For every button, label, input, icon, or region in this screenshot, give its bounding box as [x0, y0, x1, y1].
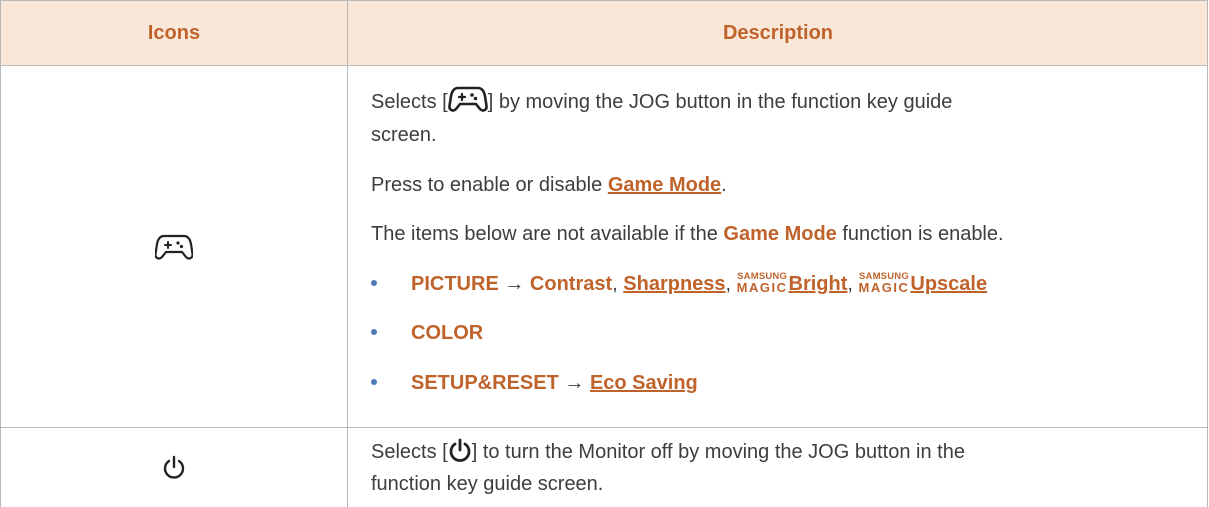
- menu-setup-reset: SETUP&RESET: [411, 372, 559, 394]
- separator: ,: [612, 273, 624, 295]
- column-divider: [347, 0, 348, 507]
- table-header: Icons Description: [1, 0, 1208, 66]
- magic-upscale-link[interactable]: Upscale: [910, 273, 987, 295]
- row1-line1: Selects [ ] by moving the JOG button in t…: [371, 84, 952, 120]
- list-item: COLOR: [371, 322, 483, 345]
- row2-line1: Selects [ ] to turn the Monitor off by mo…: [371, 438, 965, 470]
- row2-text: ] to turn the Monitor off by moving the …: [471, 441, 965, 463]
- row1-text: ] by moving the JOG button in the functi…: [487, 91, 953, 113]
- separator: ,: [725, 273, 737, 295]
- row1-description: Selects [ ] by moving the JOG button in t…: [371, 66, 1191, 427]
- header-description: Description: [722, 22, 834, 44]
- list-item: SETUP&RESET → Eco Saving: [371, 372, 698, 395]
- menu-picture: PICTURE: [411, 273, 499, 295]
- arrow-icon: →: [564, 372, 585, 394]
- magic-bright-link[interactable]: Bright: [789, 273, 848, 295]
- row1-text: .: [721, 174, 727, 196]
- bullet-icon: [371, 279, 377, 286]
- row2-line2: function key guide screen.: [371, 473, 604, 495]
- power-inline-icon: [448, 438, 472, 470]
- power-icon: [163, 455, 185, 479]
- header-icons: Icons: [147, 22, 201, 44]
- row1-icon-cell: [1, 66, 347, 427]
- bullet-icon: [371, 328, 377, 335]
- row1-text: The items below are not available if the: [371, 223, 724, 245]
- row1-text: function is enable.: [836, 223, 1004, 245]
- row1-text: Press to enable or disable: [371, 174, 608, 196]
- gamepad-inline-icon: [447, 84, 488, 120]
- table-right-border: [1207, 0, 1208, 507]
- contrast-term: Contrast: [529, 273, 613, 295]
- sharpness-link[interactable]: Sharpness: [623, 273, 725, 295]
- row2-text: Selects [: [371, 441, 448, 463]
- menu-color: COLOR: [411, 322, 484, 344]
- arrow-icon: →: [504, 273, 525, 295]
- row2-description: Selects [ ] to turn the Monitor off by mo…: [371, 428, 1191, 507]
- row1-text: Selects [: [371, 91, 448, 113]
- bullet-icon: [371, 378, 377, 385]
- list-item: PICTURE → Contrast, Sharpness, SAMSUNG MA…: [371, 272, 987, 296]
- row1-line3: Press to enable or disable Game Mode.: [371, 174, 727, 197]
- function-table: Icons Description Selects [ ] by moving t…: [0, 0, 1208, 507]
- row1-line2: screen.: [371, 124, 437, 146]
- game-mode-term: Game Mode: [723, 223, 837, 245]
- samsung-magic-logo: SAMSUNG MAGIC: [736, 271, 788, 295]
- row1-line4: The items below are not available if the…: [371, 223, 1004, 246]
- samsung-magic-logo: SAMSUNG MAGIC: [858, 271, 910, 295]
- gamepad-icon: [155, 234, 193, 260]
- separator: ,: [847, 273, 859, 295]
- game-mode-link[interactable]: Game Mode: [608, 174, 721, 196]
- row2-icon-cell: [1, 428, 347, 507]
- eco-saving-link[interactable]: Eco Saving: [590, 372, 698, 394]
